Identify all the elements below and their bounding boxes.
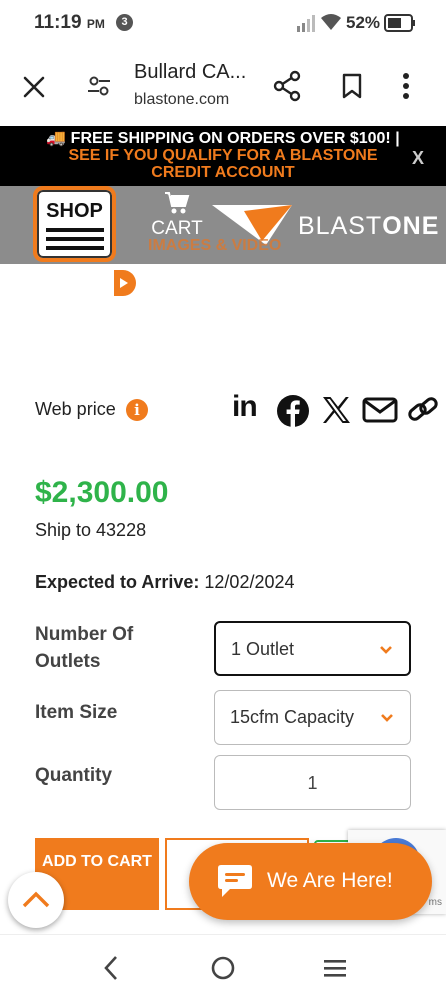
page-title: Bullard CA... xyxy=(134,61,247,83)
ship-to-zip[interactable]: Ship to 43228 xyxy=(35,520,146,541)
quantity-value: 1 xyxy=(307,773,318,793)
info-icon[interactable]: i xyxy=(126,399,148,421)
back-icon[interactable] xyxy=(102,955,120,981)
web-price-label: Web price xyxy=(35,399,116,419)
chat-label: We Are Here! xyxy=(267,869,393,892)
battery-percent: 52% xyxy=(346,13,381,32)
shop-menu-button[interactable]: SHOP xyxy=(33,186,116,262)
logo-text-bold: ONE xyxy=(382,212,440,240)
x-twitter-icon[interactable] xyxy=(320,394,352,426)
status-clock: 11:19 xyxy=(34,12,82,33)
status-time: 11:19 PM xyxy=(34,12,105,34)
linkedin-icon[interactable]: in xyxy=(232,390,258,424)
item-size-label: Item Size xyxy=(35,702,118,723)
wifi-icon xyxy=(321,14,341,30)
quantity-input[interactable]: 1 xyxy=(214,755,411,810)
item-size-select-value: 15cfm Capacity xyxy=(230,707,355,727)
promo-banner: 🚚 FREE SHIPPING ON ORDERS OVER $100! | S… xyxy=(0,126,446,186)
copy-link-icon[interactable] xyxy=(406,394,440,426)
more-options-icon[interactable] xyxy=(402,72,410,100)
promo-credit-link[interactable]: SEE IF YOU QUALIFY FOR A BLASTONE CREDIT… xyxy=(0,147,446,181)
status-ampm: PM xyxy=(86,17,105,31)
email-icon[interactable] xyxy=(362,394,398,426)
share-icon[interactable] xyxy=(272,70,302,102)
expected-arrival: Expected to Arrive: 12/02/2024 xyxy=(35,572,295,593)
site-settings-icon[interactable] xyxy=(86,73,112,99)
chevron-down-icon xyxy=(381,714,393,722)
notification-badge: 3 xyxy=(116,14,133,31)
outlets-select-value: 1 Outlet xyxy=(231,639,295,659)
promo-close-button[interactable]: X xyxy=(412,148,424,169)
product-price: $2,300.00 xyxy=(35,476,169,509)
logo-text-light: BLAST xyxy=(298,212,383,240)
shop-label: SHOP xyxy=(46,200,103,222)
outlets-label: Number Of Outlets xyxy=(35,624,134,672)
chat-widget-button[interactable]: We Are Here! xyxy=(189,843,432,920)
chevron-down-icon xyxy=(380,646,392,654)
system-navigation-bar xyxy=(0,934,446,1000)
page-domain: blastone.com xyxy=(134,91,230,108)
close-icon[interactable] xyxy=(20,73,48,101)
battery-icon xyxy=(384,14,415,32)
bookmark-icon[interactable] xyxy=(341,73,363,99)
home-icon[interactable] xyxy=(210,955,236,981)
cart-button[interactable]: CART xyxy=(146,191,208,240)
promo-shipping-text: 🚚 FREE SHIPPING ON ORDERS OVER $100! | xyxy=(46,130,400,147)
blastone-logo-text[interactable]: BLASTONE xyxy=(298,212,439,241)
cellular-signal-icon xyxy=(297,15,315,32)
images-video-tab[interactable]: IMAGES & VIDEO xyxy=(148,237,281,255)
facebook-icon[interactable] xyxy=(276,394,310,428)
site-header: SHOP CART BLASTONE IMAGES & VIDEO xyxy=(0,186,446,264)
outlets-select[interactable]: 1 Outlet xyxy=(214,621,411,676)
expected-arrival-date: 12/02/2024 xyxy=(204,572,295,592)
hamburger-icon xyxy=(45,228,104,250)
item-size-select[interactable]: 15cfm Capacity xyxy=(214,690,411,745)
video-play-icon[interactable] xyxy=(114,270,136,296)
chat-bubble-icon xyxy=(218,865,252,897)
chevron-up-icon xyxy=(22,891,50,908)
expected-arrival-label: Expected to Arrive: xyxy=(35,572,200,592)
recents-icon[interactable] xyxy=(323,959,347,977)
browser-toolbar: Bullard CA... blastone.com xyxy=(0,48,446,126)
cart-icon xyxy=(165,192,190,214)
quantity-label: Quantity xyxy=(35,765,113,786)
scroll-to-top-button[interactable] xyxy=(8,872,64,928)
recaptcha-terms-text: ms xyxy=(428,897,442,908)
status-bar: 11:19 PM 3 52% xyxy=(0,0,446,48)
